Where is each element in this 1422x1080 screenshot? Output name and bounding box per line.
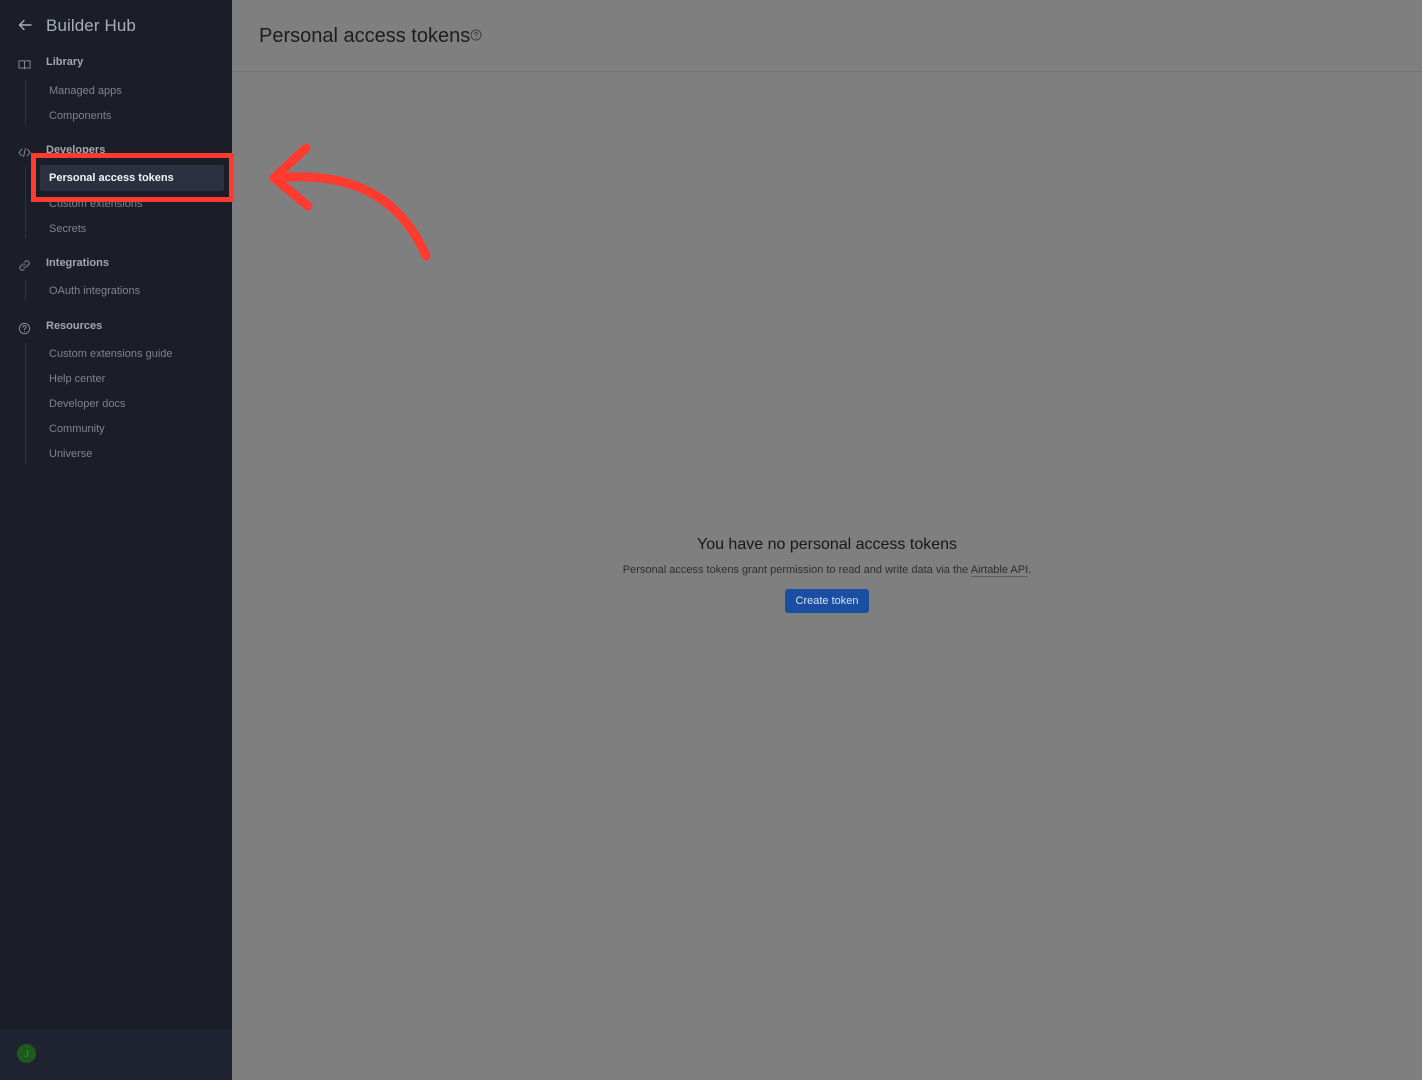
section-library: Library Managed apps Components (0, 53, 232, 128)
annotation-arrow-icon (269, 143, 431, 261)
empty-state: You have no personal access tokens Perso… (232, 536, 1422, 613)
sidebar-header: Builder Hub (0, 0, 232, 52)
section-head-library: Library (0, 53, 232, 75)
create-token-button[interactable]: Create token (784, 589, 870, 613)
sidebar-item-community[interactable]: Community (0, 416, 232, 441)
section-label-integrations: Integrations (46, 257, 109, 269)
section-head-resources: Resources (0, 317, 232, 339)
annotation-highlight-box (31, 153, 234, 202)
sidebar-title: Builder Hub (46, 16, 136, 35)
section-label-library: Library (46, 56, 84, 68)
sidebar-item-custom-extensions-guide[interactable]: Custom extensions guide (0, 341, 232, 366)
sidebar-item-universe[interactable]: Universe (0, 441, 232, 466)
sidebar-footer: J (0, 1030, 232, 1080)
section-label-resources: Resources (46, 320, 103, 332)
sidebar-item-components[interactable]: Components (0, 103, 232, 128)
section-resources: Resources Custom extensions guide Help c… (0, 317, 232, 466)
empty-state-description: Personal access tokens grant permission … (232, 564, 1422, 577)
page-title: Personal access tokens (259, 25, 471, 47)
empty-state-title: You have no personal access tokens (696, 536, 958, 553)
back-arrow-icon[interactable] (17, 17, 33, 33)
sidebar-item-help-center[interactable]: Help center (0, 366, 232, 391)
section-integrations: Integrations OAuth integrations (0, 254, 232, 303)
section-head-integrations: Integrations (0, 254, 232, 276)
help-circle-icon (18, 322, 31, 335)
sidebar-item-managed-apps[interactable]: Managed apps (0, 78, 232, 103)
sidebar-item-secrets[interactable]: Secrets (0, 216, 232, 241)
sidebar-item-developer-docs[interactable]: Developer docs (0, 391, 232, 416)
code-icon (18, 147, 31, 158)
sidebar-item-oauth-integrations[interactable]: OAuth integrations (0, 278, 232, 303)
main-header: Personal access tokens (232, 0, 1422, 72)
link-icon (19, 260, 30, 271)
airtable-api-link[interactable]: Airtable API (970, 564, 1029, 577)
help-icon[interactable] (470, 29, 482, 41)
empty-desc-prefix: Personal access tokens grant permission … (622, 564, 971, 576)
avatar[interactable]: J (17, 1044, 36, 1063)
book-icon (18, 60, 31, 70)
empty-desc-suffix: . (1028, 564, 1032, 576)
